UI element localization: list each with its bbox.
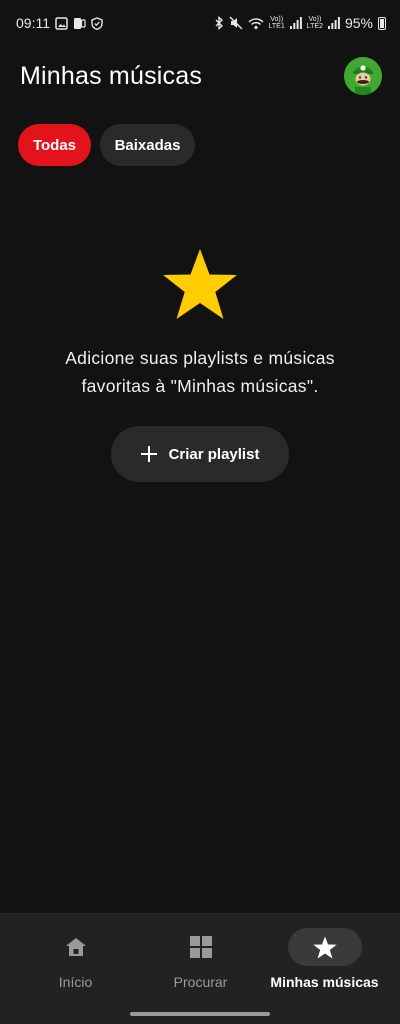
- volte-label-2: Vo)): [308, 16, 322, 23]
- bottom-navigation: Início Procurar Minhas músicas: [0, 913, 400, 1024]
- avatar[interactable]: [344, 57, 382, 95]
- lte-label-2: LTE2: [306, 23, 323, 30]
- status-bar-left: 09:11: [16, 15, 103, 31]
- wifi-calling-icon: [248, 17, 264, 30]
- volte-indicator-2: Vo)) LTE2: [307, 16, 323, 30]
- battery-percent: 95%: [344, 15, 373, 31]
- nav-item-procurar[interactable]: Procurar: [134, 928, 267, 990]
- nav-icon-container: [287, 928, 362, 966]
- filter-chips: Todas Baixadas: [18, 124, 195, 166]
- signal-icon: [327, 17, 340, 29]
- volte-indicator-1: Vo)) LTE1: [269, 16, 285, 30]
- chip-label: Todas: [32, 136, 77, 154]
- shield-icon: [91, 16, 103, 30]
- nav-icon-container: [39, 928, 113, 966]
- page-title: Minhas músicas: [20, 61, 203, 90]
- phone-transfer-icon: [73, 17, 86, 30]
- chip-todas[interactable]: Todas: [18, 124, 91, 166]
- bluetooth-icon: [214, 16, 224, 30]
- nav-icon-container: [164, 928, 238, 966]
- status-bar: 09:11 Vo)) LTE1 Vo)) LTE2 95%: [0, 0, 400, 46]
- mute-icon: [229, 16, 243, 30]
- status-bar-right: Vo)) LTE1 Vo)) LTE2 95%: [214, 15, 386, 31]
- nav-item-minhas-musicas[interactable]: Minhas músicas: [258, 928, 391, 990]
- create-playlist-label: Criar playlist: [168, 445, 260, 463]
- star-icon: [312, 935, 337, 959]
- clock: 09:11: [16, 15, 50, 31]
- gallery-icon: [55, 16, 68, 30]
- signal-icon: [289, 17, 302, 29]
- battery-icon: [378, 16, 386, 30]
- nav-label: Início: [58, 974, 93, 990]
- volte-label-1: Vo)): [270, 16, 284, 23]
- avatar-image: [344, 57, 382, 95]
- plus-icon: [140, 446, 157, 462]
- lte-label-1: LTE1: [268, 23, 285, 30]
- empty-state-message: Adicione suas playlists e músicas favori…: [65, 348, 335, 396]
- chip-label: Baixadas: [114, 136, 181, 154]
- nav-item-inicio[interactable]: Início: [9, 928, 142, 990]
- home-indicator[interactable]: [130, 1012, 270, 1016]
- app-header: Minhas músicas: [20, 52, 382, 100]
- chip-baixadas[interactable]: Baixadas: [100, 124, 195, 166]
- star-icon: [163, 249, 237, 319]
- nav-label: Procurar: [173, 974, 228, 990]
- nav-label: Minhas músicas: [270, 974, 379, 990]
- create-playlist-button[interactable]: Criar playlist: [111, 426, 289, 482]
- home-icon: [65, 938, 86, 956]
- grid-icon: [189, 936, 212, 958]
